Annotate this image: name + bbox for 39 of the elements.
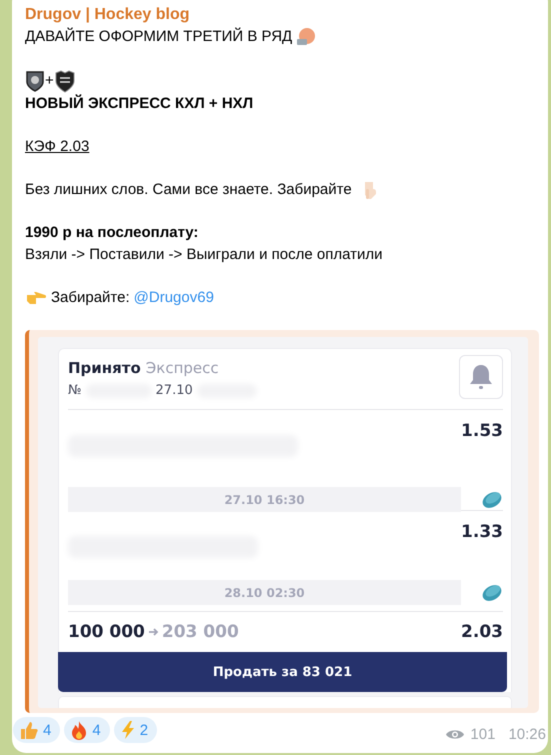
message-text: НОВЫЙ ЭКСПРЕСС КХЛ + НХЛ [25,93,254,114]
status-label: Принято [68,359,141,377]
puck-icon [481,582,503,602]
puck-icon [481,490,503,510]
bell-icon [468,363,494,391]
match-time: 27.10 16:30 [68,487,461,512]
message-text: Взяли -> Поставили -> Выиграли и после оплатили [25,245,382,265]
message-text: Без лишних слов. Сами все знаете. Забирайте [25,180,352,200]
message-time: 10:26 [508,726,546,743]
channel-link[interactable]: @Drugov69 [134,287,214,309]
eye-icon [445,728,466,741]
odds-value: 1.33 [460,521,503,542]
message-text: КЭФ 2.03 [25,137,90,157]
shield-icon [25,70,45,92]
pointing-hand-icon [25,290,47,306]
channel-name[interactable]: Drugov | Hockey blog [25,4,190,26]
thumbs-up-icon [19,720,39,740]
message-text: ДАВАЙТЕ ОФОРМИМ ТРЕТИЙ В РЯД [25,26,292,47]
stake-amount: 100 000 [68,622,145,642]
bet-type-label: Экспресс [146,359,219,377]
reaction-button[interactable]: 4 [13,717,60,743]
total-odds: 2.03 [461,622,503,642]
message-text: 1990 р на послеоплату: [25,223,198,243]
fire-icon [70,720,88,740]
bell-button[interactable] [459,355,503,399]
reaction-button[interactable]: 4 [64,717,110,743]
number-sign: № [68,383,82,398]
view-count: 101 [470,726,496,743]
arrow-icon [148,627,159,637]
plus-sign: + [45,71,54,91]
bet-date: 27.10 [156,383,193,398]
reaction-button[interactable]: 2 [114,717,158,743]
odds-value: 1.53 [460,420,503,441]
match-time: 28.10 02:30 [68,580,461,605]
payout-amount: 203 000 [162,622,239,642]
shield-icon [54,69,76,93]
sell-button[interactable]: Продать за 83 021 [58,652,507,692]
lightning-icon [120,720,136,740]
message-text: Забирайте: [51,288,130,308]
